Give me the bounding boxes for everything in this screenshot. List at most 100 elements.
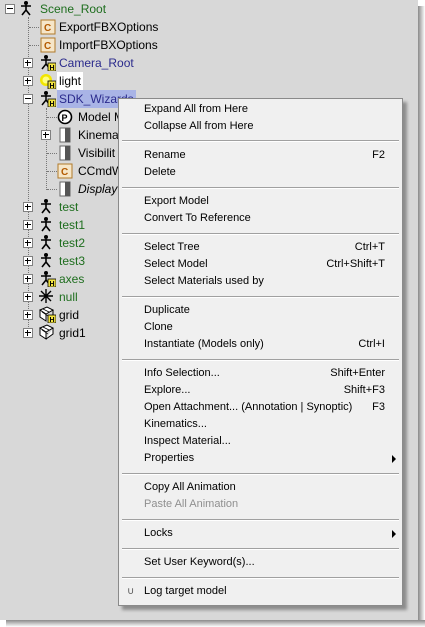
tree-node[interactable]: Visibilit [0,144,118,162]
expand-toggle[interactable] [23,292,33,302]
collapse-toggle[interactable] [5,4,15,14]
menu-item-rename[interactable]: Rename F2 [119,147,402,164]
menu-item-label: Duplicate [144,304,190,316]
menu-item-label: Log target model [144,585,227,597]
tree-node-scene-root[interactable]: Scene_Root [0,0,140,18]
menu-item-label: Kinematics... [144,418,207,430]
window-shadow-bottom [6,620,425,627]
menu-item-clone[interactable]: Clone [119,319,402,336]
svg-text:H: H [50,101,55,107]
menu-item-label: Properties [144,452,195,464]
tree-node[interactable]: test1 [0,216,118,234]
menu-item-label: Delete [144,166,176,178]
menu-item-info-selection[interactable]: Info Selection... Shift+Enter [119,365,402,382]
tree-node[interactable]: grid1 [0,324,118,342]
tree-node[interactable]: H grid [0,306,118,324]
display-icon [57,181,73,197]
expand-toggle[interactable] [23,238,33,248]
tree-node[interactable]: H axes [0,270,118,288]
tree-node[interactable]: null [0,288,118,306]
tree-node[interactable]: Display [0,180,118,198]
menu-item-select-materials[interactable]: Select Materials used by [119,273,402,290]
menu-item-open-attachment[interactable]: Open Attachment... (Annotation | Synopti… [119,399,402,416]
c-icon: C [40,37,56,53]
tree-node-label: test3 [59,254,86,268]
expand-toggle[interactable] [23,202,33,212]
menu-item-explore[interactable]: Explore... Shift+F3 [119,382,402,399]
svg-text:H: H [50,83,55,89]
expand-toggle[interactable] [23,76,33,86]
menu-item-shortcut: Ctrl+Shift+T [326,258,385,270]
tree-node-label: test2 [59,236,86,250]
menu-separator [122,296,399,298]
property-p-icon: P [57,109,73,125]
tree-node[interactable]: H light [0,72,200,90]
menu-item-shortcut: Ctrl+T [354,241,385,253]
menu-separator [122,359,399,361]
tree-node-label: Display [78,182,118,196]
svg-text:C: C [61,167,68,178]
c-icon: C [40,19,56,35]
menu-item-log-target-model[interactable]: ∪ Log target model [119,583,402,600]
model-icon: H [38,90,56,107]
model-icon [18,0,34,16]
log-icon: ∪ [127,586,135,597]
tree-node[interactable]: Kinemat [0,126,122,144]
tree-node[interactable]: P Model M [0,108,124,126]
menu-item-expand-all[interactable]: Expand All from Here [119,101,402,118]
expand-toggle[interactable] [23,58,33,68]
collapse-toggle[interactable] [23,94,33,104]
menu-item-export-model[interactable]: Export Model [119,193,402,210]
menu-item-label: Select Model [144,258,208,270]
null-figure-icon [38,252,54,268]
null-icon [38,288,54,304]
tree-node[interactable]: test3 [0,252,118,270]
menu-item-select-tree[interactable]: Select Tree Ctrl+T [119,239,402,256]
null-figure-icon [38,198,54,214]
tree-node[interactable]: test [0,198,118,216]
menu-item-convert-to-reference[interactable]: Convert To Reference [119,210,402,227]
tree-node[interactable]: H Camera_Root [0,54,200,72]
null-figure-icon [38,234,54,250]
menu-item-label: Info Selection... [144,367,220,379]
expand-toggle[interactable] [23,310,33,320]
menu-item-locks[interactable]: Locks [119,525,402,542]
menu-item-copy-all-animation[interactable]: Copy All Animation [119,479,402,496]
menu-item-set-user-keywords[interactable]: Set User Keyword(s)... [119,554,402,571]
tree-node-label: test [59,200,79,214]
tree-node-label: ExportFBXOptions [59,20,159,34]
expand-toggle[interactable] [23,256,33,266]
tree-node[interactable]: C ExportFBXOptions [0,18,200,36]
expand-toggle[interactable] [41,130,51,140]
null-figure-icon [38,216,54,232]
menu-item-label: Open Attachment... (Annotation | Synopti… [144,401,353,413]
menu-item-inspect-material[interactable]: Inspect Material... [119,433,402,450]
menu-separator [122,140,399,142]
expand-toggle[interactable] [23,220,33,230]
tree-node-label: test1 [59,218,86,232]
menu-item-instantiate[interactable]: Instantiate (Models only) Ctrl+I [119,336,402,353]
menu-item-paste-all-animation: Paste All Animation [119,496,402,513]
tree-node-label: null [59,290,78,304]
menu-item-label: Expand All from Here [144,103,248,115]
visibility-icon [57,145,73,161]
tree-node[interactable]: C ImportFBXOptions [0,36,200,54]
menu-item-duplicate[interactable]: Duplicate [119,302,402,319]
expand-toggle[interactable] [23,328,33,338]
menu-item-collapse-all[interactable]: Collapse All from Here [119,118,402,135]
menu-item-shortcut: Shift+F3 [343,384,385,396]
menu-item-properties[interactable]: Properties [119,450,402,467]
menu-item-select-model[interactable]: Select Model Ctrl+Shift+T [119,256,402,273]
tree-node-label: Camera_Root [59,56,134,70]
window-shadow-right [418,6,425,627]
tree-node[interactable]: C CCmdW [0,162,123,180]
tree-node[interactable]: test2 [0,234,118,252]
tree-node-label: Visibilit [78,146,116,160]
svg-text:C: C [44,23,51,34]
tree-node-label: grid [59,308,80,322]
svg-text:H: H [50,317,55,323]
expand-toggle[interactable] [23,274,33,284]
menu-item-delete[interactable]: Delete [119,164,402,181]
menu-item-label: Clone [144,321,173,333]
menu-item-kinematics[interactable]: Kinematics... [119,416,402,433]
